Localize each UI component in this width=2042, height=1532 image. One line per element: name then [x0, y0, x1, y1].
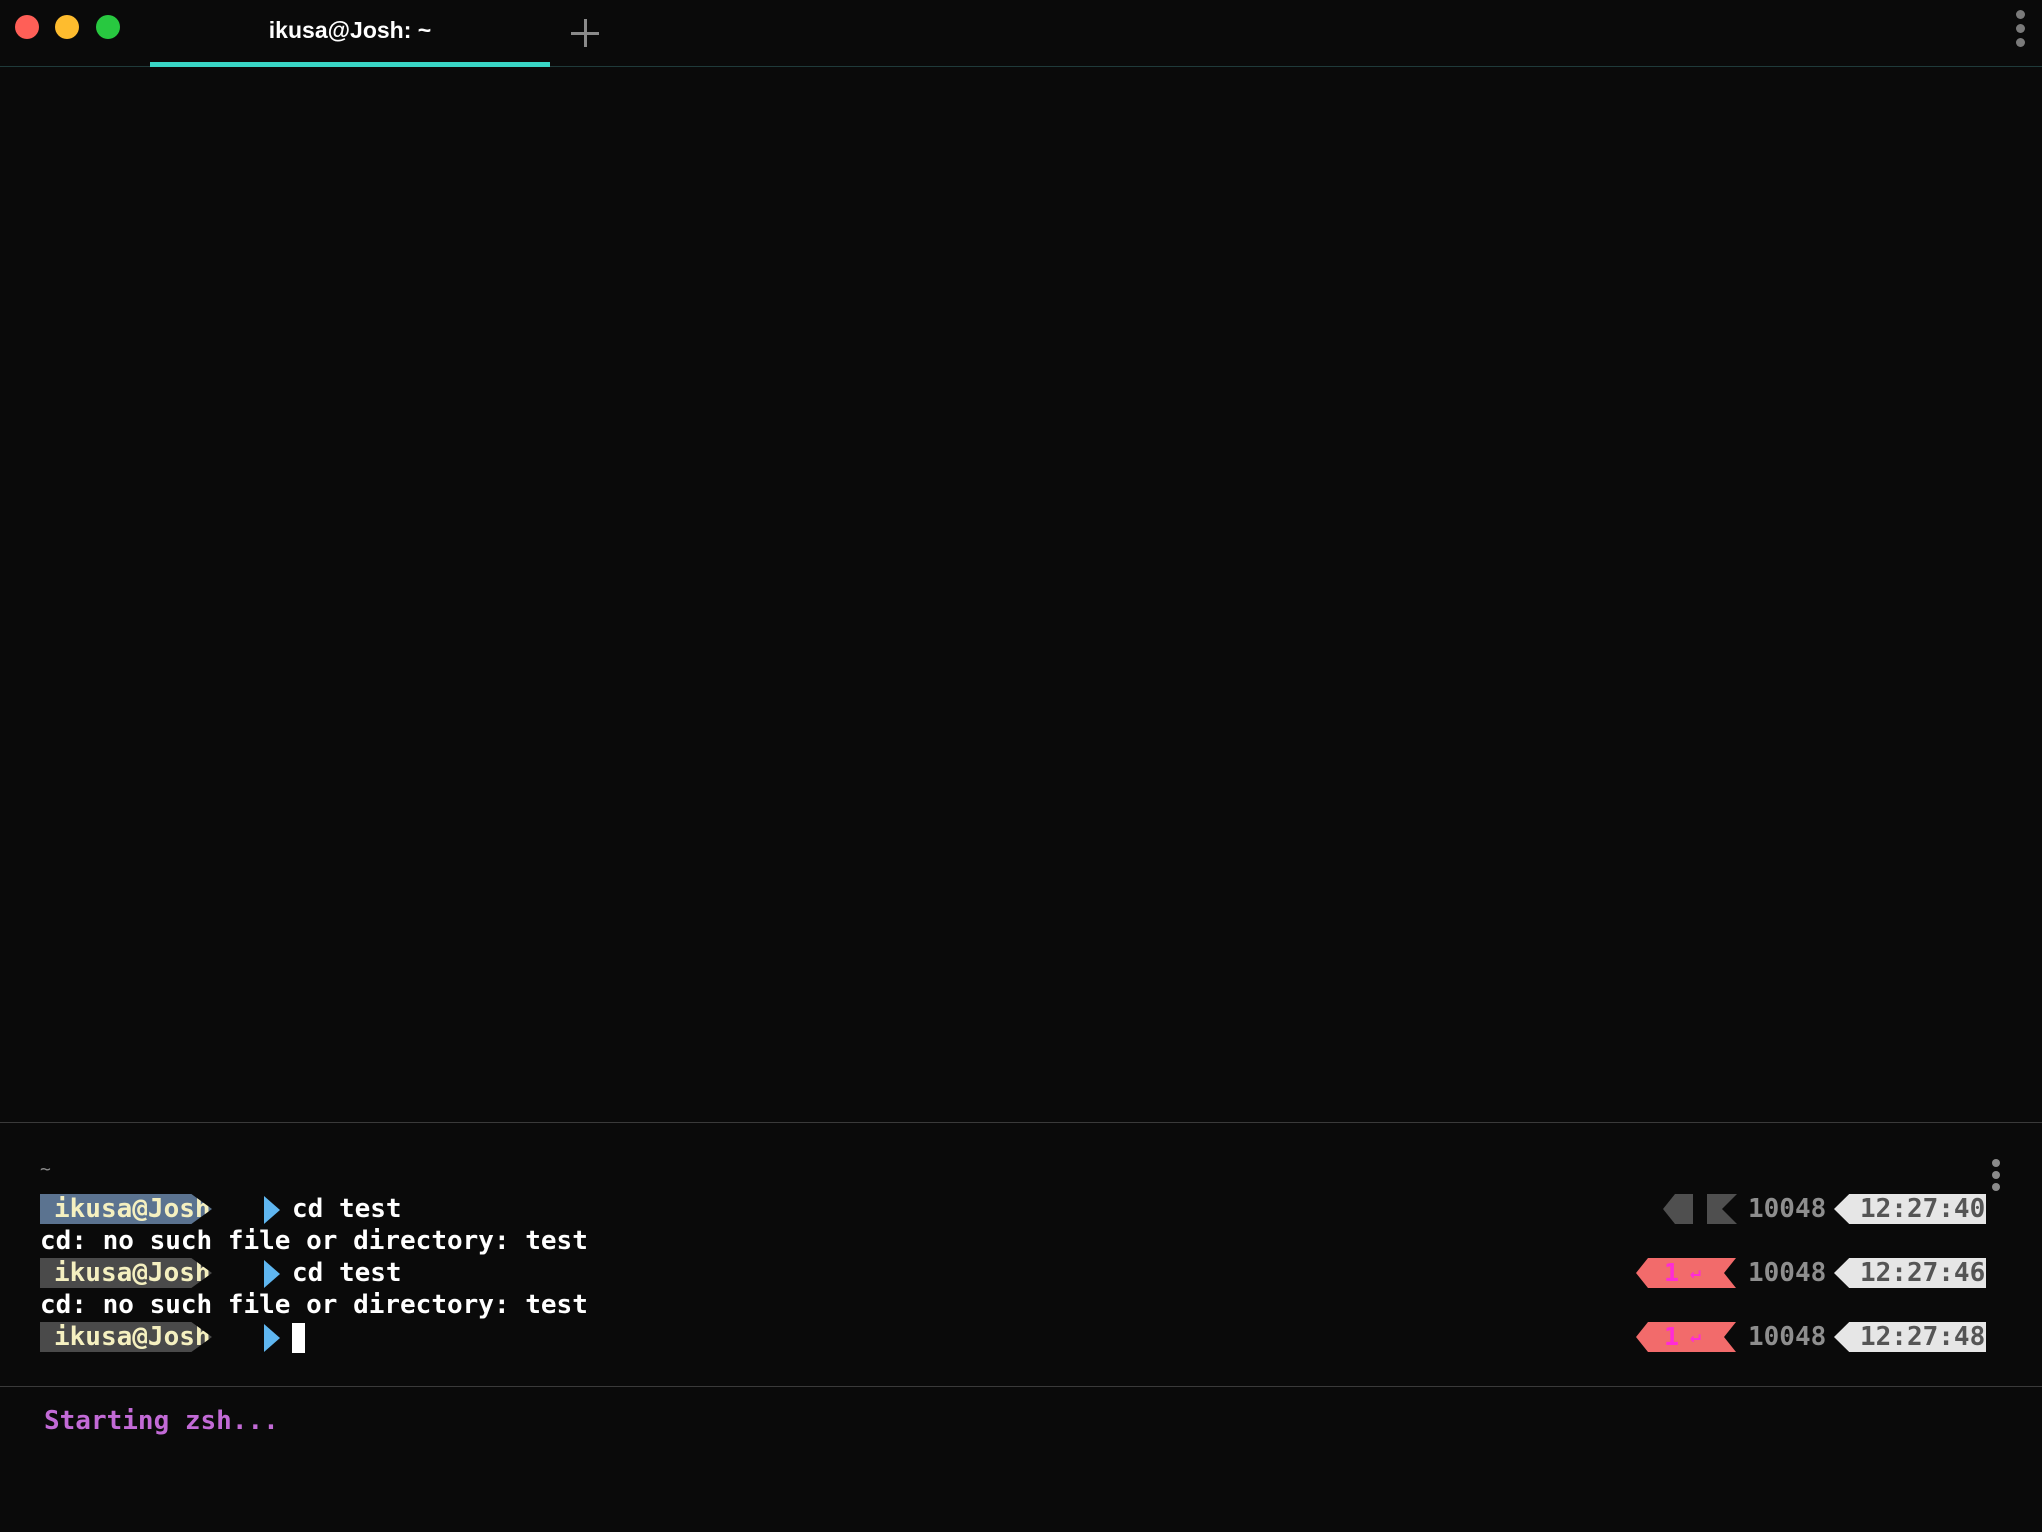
exit-code: 1 [1664, 1322, 1680, 1351]
minimize-window-button[interactable] [55, 15, 79, 39]
time-segment: 12:27:48 [1834, 1322, 1986, 1352]
kebab-icon [2015, 10, 2025, 19]
active-tab-indicator [150, 62, 550, 67]
return-icon: ↵ [1690, 1262, 1701, 1283]
close-window-button[interactable] [15, 15, 39, 39]
output-line: cd: no such file or directory: test [40, 1225, 588, 1257]
segment-arrow-icon [1663, 1194, 1693, 1224]
prompt-line: ikusa@Josh cd test [40, 1257, 402, 1289]
title-bar: ikusa@Josh: ~ [0, 0, 2042, 67]
exit-code-segment: 1 ↵ [1636, 1258, 1736, 1288]
time-segment: 12:27:46 [1834, 1258, 1986, 1288]
tab-title: ikusa@Josh: ~ [268, 17, 432, 43]
command-text: cd test [292, 1194, 402, 1224]
error-output: cd: no such file or directory: test [40, 1226, 588, 1256]
kebab-icon [1992, 1159, 2000, 1167]
pid-segment: 10048 [1748, 1194, 1827, 1224]
error-output: cd: no such file or directory: test [40, 1290, 588, 1320]
prompt-user-segment: ikusa@Josh [40, 1322, 212, 1352]
pid-segment: 10048 [1748, 1322, 1827, 1352]
prompt-chevron-icon [264, 1260, 280, 1288]
output-line: cd: no such file or directory: test [40, 1289, 588, 1321]
time-text: 12:27:46 [1860, 1258, 1986, 1288]
text-cursor[interactable] [292, 1323, 305, 1353]
prompt-line: ikusa@Josh cd test [40, 1193, 402, 1225]
prompt-chevron-icon [264, 1196, 280, 1224]
window-menu-button[interactable] [2013, 10, 2027, 52]
segment-arrow-icon [1707, 1194, 1737, 1224]
prompt-user-segment: ikusa@Josh [40, 1258, 212, 1288]
command-input-area[interactable]: Starting zsh... [0, 1386, 2042, 1532]
block-menu-button[interactable] [1989, 1159, 2003, 1195]
prompt-chevron-icon [264, 1324, 280, 1352]
terminal-window: ikusa@Josh: ~ ~ ikusa@Josh cd test 10048… [0, 0, 2042, 1532]
pid-segment: 10048 [1748, 1258, 1827, 1288]
tab-active[interactable]: ikusa@Josh: ~ [150, 0, 550, 67]
new-tab-button[interactable] [566, 14, 606, 54]
exit-code: 1 [1664, 1258, 1680, 1287]
time-text: 12:27:48 [1860, 1322, 1986, 1352]
time-segment: 12:27:40 [1834, 1194, 1986, 1224]
prompt-line: ikusa@Josh [40, 1321, 305, 1353]
maximize-window-button[interactable] [96, 15, 120, 39]
command-block[interactable]: ~ ikusa@Josh cd test 10048 12:27:40 cd: … [0, 1122, 2042, 1387]
prompt-user-segment: ikusa@Josh [40, 1194, 212, 1224]
shell-status-text: Starting zsh... [44, 1406, 279, 1436]
current-directory: ~ [40, 1159, 51, 1180]
command-text: cd test [292, 1258, 402, 1288]
return-icon: ↵ [1690, 1326, 1701, 1347]
exit-code-segment: 1 ↵ [1636, 1322, 1736, 1352]
time-text: 12:27:40 [1860, 1194, 1986, 1224]
